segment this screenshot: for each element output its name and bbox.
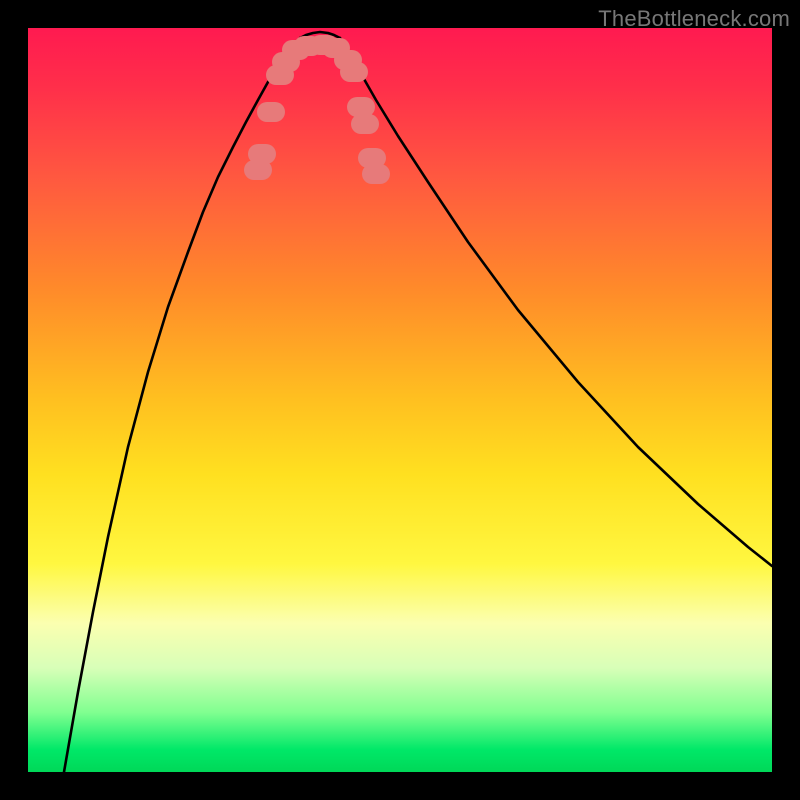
watermark-text: TheBottleneck.com <box>598 6 790 32</box>
marker-point <box>362 164 390 184</box>
chart-svg <box>28 28 772 772</box>
marker-point <box>340 62 368 82</box>
marker-point <box>257 102 285 122</box>
curve-right-curve <box>340 38 772 566</box>
marker-point <box>248 144 276 164</box>
plot-area <box>28 28 772 772</box>
chart-container: TheBottleneck.com <box>0 0 800 800</box>
marker-point <box>351 114 379 134</box>
